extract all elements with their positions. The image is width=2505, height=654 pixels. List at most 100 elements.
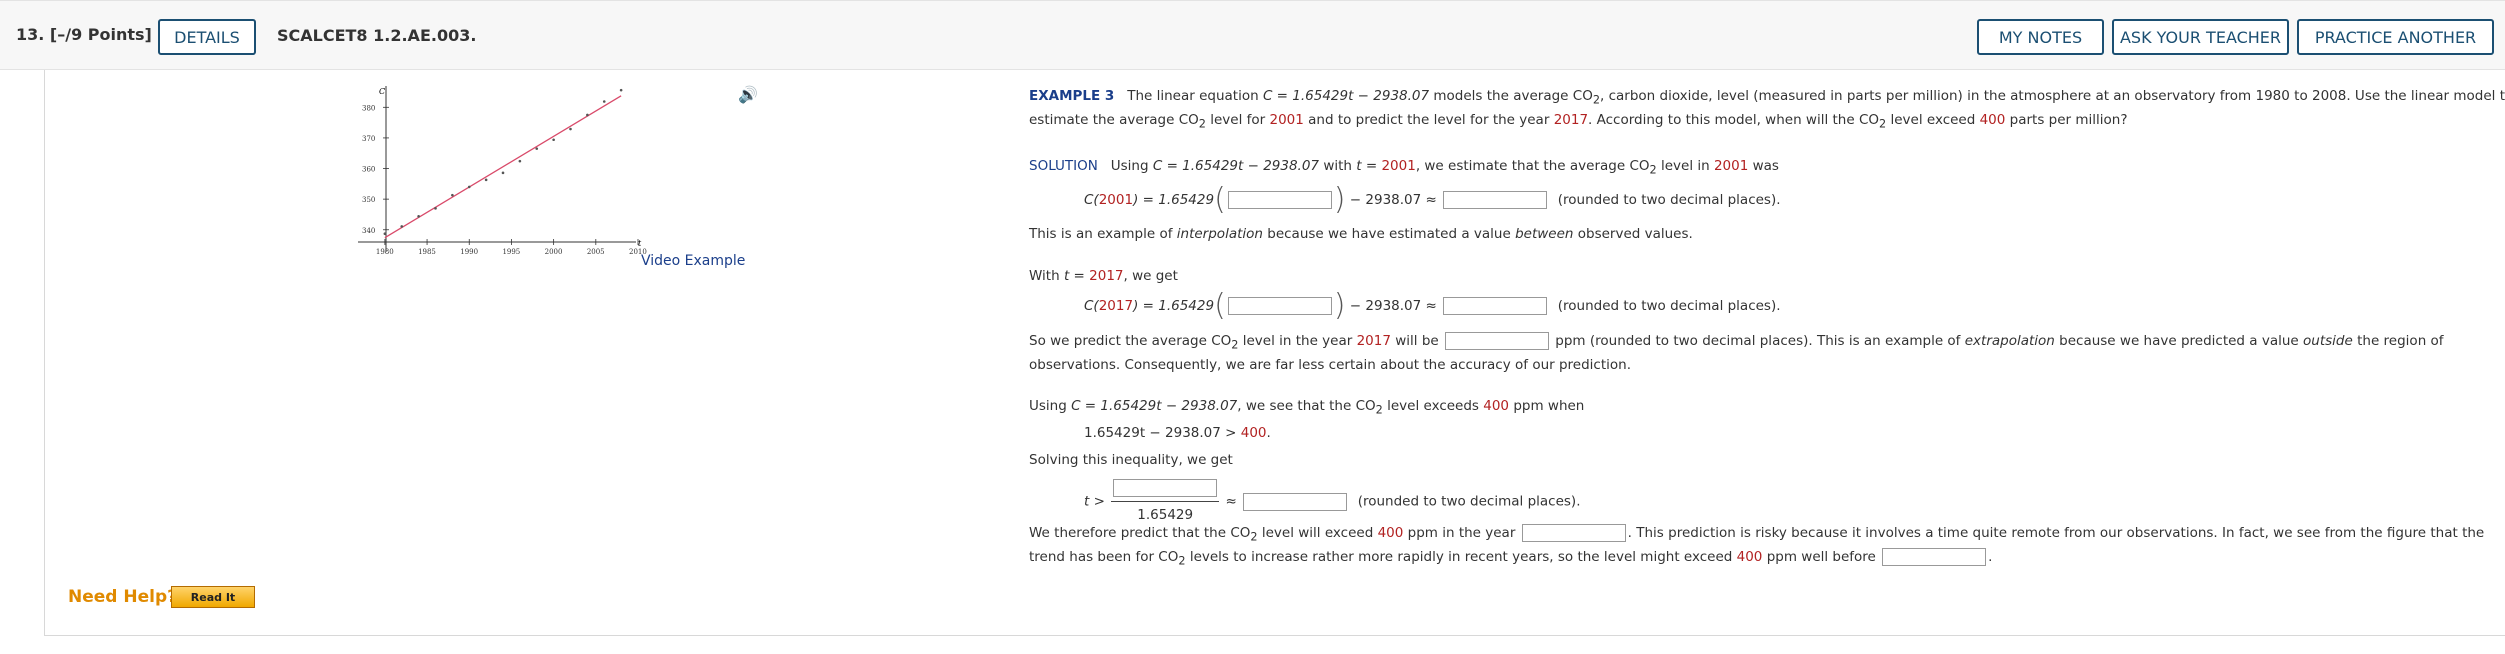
year-value: 2017 [1089,268,1124,284]
text-seg: Using [1029,398,1072,414]
using-line: Using C = 1.65429t − 2938.07, we see tha… [1029,394,1584,423]
paren-open: ( [1214,182,1226,217]
text-seg: − 2938.07 ≈ [1349,298,1437,314]
x-tick-label: 2005 [587,248,605,256]
data-point [434,207,437,210]
text-seg: ppm when [1509,398,1585,414]
interpolation-line: This is an example of interpolation beca… [1029,222,1693,246]
answer-input-t-value[interactable] [1243,492,1348,511]
text-seg: − 2938.07 ≈ [1349,192,1437,208]
subscript: 2 [1375,403,1383,417]
text-seg: (rounded to two decimal places). [1557,192,1781,208]
threshold-value: 400 [1240,425,1267,441]
text-seg: The linear equation [1127,88,1263,104]
text-seg: outside [2303,333,2353,349]
text-seg: ) = 1.65429 [1133,298,1215,314]
subscript: 2 [1198,117,1206,131]
answer-input-c2001-t[interactable] [1227,191,1332,209]
text-seg: . This prediction is risky because it in… [1627,525,2485,541]
t-fraction-line: t > 1.65429 ≈ (rounded to two decimal pl… [1084,476,1581,527]
text-seg: With [1029,268,1064,284]
text-seg: C( [1084,192,1099,208]
text-seg: C( [1084,298,1099,314]
year-value: 2001 [1381,158,1416,174]
answer-input-c2017-value[interactable] [1443,297,1548,315]
text-seg: trend has been for CO [1029,549,1179,565]
paren-close: ) [1333,288,1346,323]
my-notes-button[interactable]: MY NOTES [1977,19,2104,55]
text-seg: extrapolation [1964,333,2055,349]
x-tick-label: 1990 [460,248,478,256]
audio-speaker-icon[interactable]: 🔊 [738,85,758,104]
text-seg: , we estimate that the average CO [1415,158,1650,174]
threshold-value: 400 [1979,112,2006,128]
text-seg: So we predict the average CO [1029,333,1232,349]
text-seg: models the average CO [1429,88,1593,104]
c2001-equation: C(2001) = 1.65429() − 2938.07 ≈ (rounded… [1084,185,1781,215]
text-seg: , carbon dioxide, level (measured in par… [1600,88,2505,104]
inequality-line: 1.65429t − 2938.07 > 400. [1084,425,1271,441]
co2-scatter-chart: Ct 380 370 360 350 340 1980 1985 1990 1995 2000 200… [358,86,647,256]
threshold-value: 400 [1377,525,1404,541]
data-point [602,100,606,103]
y-tick-label: 370 [362,135,375,143]
fraction-numerator [1111,476,1220,502]
ask-teacher-button[interactable]: ASK YOUR TEACHER [2112,19,2289,55]
year-value: 2017 [1098,298,1134,314]
solving-line: Solving this inequality, we get [1029,452,1233,468]
equation: C = 1.65429t − 2938.07 [1071,398,1238,414]
subscript: 2 [1592,93,1600,107]
example-label: EXAMPLE 3 [1029,88,1115,104]
x-tick-label: 1995 [502,248,520,256]
x-tick-label: 1980 [376,248,394,256]
answer-input-predicted-level[interactable] [1445,332,1549,350]
text-seg: (rounded to two decimal places). [1357,493,1581,510]
practice-another-button[interactable]: PRACTICE ANOTHER [2297,19,2494,55]
data-point [451,193,454,197]
text-seg: t = [1356,158,1382,174]
need-help-label: Need Help? [68,587,177,607]
answer-input-numerator[interactable] [1113,479,1218,497]
data-point [552,138,555,142]
x-axis-label: t [638,239,642,248]
data-point [467,185,471,189]
paren-open: ( [1214,288,1226,323]
data-point [383,232,387,236]
trend-line: trend has been for CO2 levels to increas… [1029,545,1992,574]
text-seg: ppm in the year [1403,525,1520,541]
y-tick-label: 360 [362,166,375,174]
answer-input-year[interactable] [1521,524,1626,542]
question-header: 13. [–/9 Points] DETAILS SCALCET8 1.2.AE… [0,0,2505,70]
text-seg: level exceed [1886,112,1980,128]
y-tick-label: 380 [362,104,375,112]
text-seg: We therefore predict that the CO [1029,525,1251,541]
year-value: 2017 [1356,333,1391,349]
text-seg: ppm well before [1762,549,1881,565]
equation: C = 1.65429t − 2938.07 [1262,88,1430,104]
text-seg: This is an example of [1029,226,1177,242]
text-seg: was [1748,158,1779,174]
solution-label: SOLUTION [1029,158,1098,174]
answer-input-earlier-year[interactable] [1882,548,1987,566]
text-seg: ppm (rounded to two decimal places). Thi… [1551,333,1965,349]
data-point [518,159,522,163]
year-value: 2001 [1098,192,1134,208]
read-it-button[interactable]: Read It [171,586,255,608]
equation: C = 1.65429t − 2938.07 [1152,158,1320,174]
text-seg: , we get [1123,268,1178,284]
text-seg: (rounded to two decimal places). [1557,298,1781,314]
text-seg: level in the year [1238,333,1357,349]
threshold-value: 400 [1483,398,1510,414]
data-point [501,171,505,175]
solution-line: SOLUTION Using C = 1.65429t − 2938.07 wi… [1029,154,1779,183]
data-point [400,225,404,228]
text-seg: levels to increase rather more rapidly i… [1185,549,1737,565]
answer-input-c2001-value[interactable] [1443,191,1548,209]
paren-close: ) [1333,182,1346,217]
video-example-link[interactable]: Video Example [641,253,745,269]
text-seg: and to predict the level for the year [1303,112,1554,128]
data-point [569,127,572,131]
answer-input-c2017-t[interactable] [1227,297,1332,315]
question-number: 13. [–/9 Points] [16,25,152,44]
details-button[interactable]: DETAILS [158,19,256,55]
